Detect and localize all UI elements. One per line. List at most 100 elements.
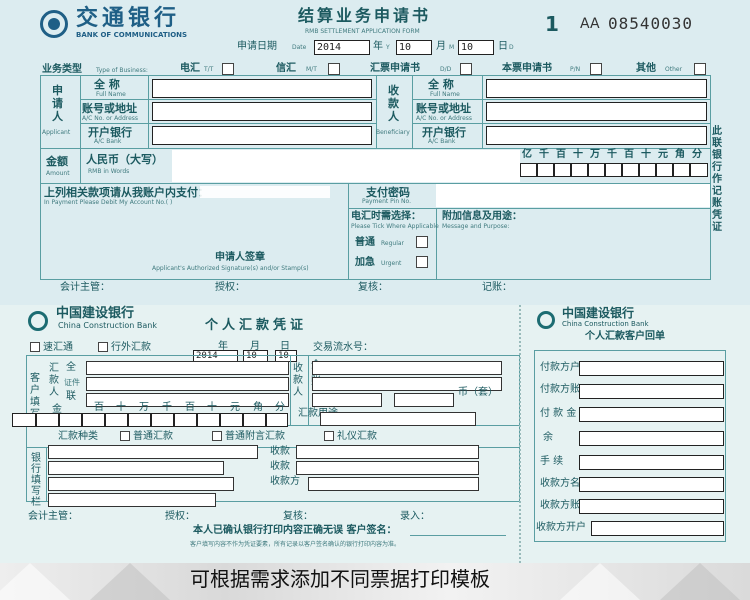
applicant-account-input[interactable] [152, 102, 372, 121]
payment-pin-label-en: Payment Pin No. [362, 198, 411, 205]
beneficiary-fullname-label-en: Full Name [430, 91, 460, 98]
receipt-amount[interactable] [579, 407, 724, 422]
beneficiary-bank-label: 开户银行 [422, 126, 466, 139]
remitter-label: 汇款人 [49, 363, 59, 398]
bank-fill-line-1[interactable] [48, 445, 258, 459]
type-other-checkbox[interactable] [694, 63, 706, 75]
digit-header: 百 [185, 402, 195, 413]
purpose-input[interactable] [320, 412, 476, 426]
payee-bank-input[interactable] [312, 393, 382, 407]
bank-fill-line-2[interactable] [48, 461, 224, 475]
type-mt-label: 信汇 [276, 63, 296, 74]
receipt-bank-name-en: China Construction Bank [562, 320, 649, 328]
receipt-payee-name[interactable] [579, 477, 724, 492]
beneficiary-label-en: Beneficiary [376, 129, 410, 136]
receipt-payer-account[interactable] [579, 384, 724, 399]
note-text: 客户填写内容不作为凭证要素，所有记录以客户签名确认的银行打印内容为准。 [190, 541, 401, 548]
applicant-bank-input[interactable] [152, 126, 372, 145]
type-mt-checkbox[interactable] [328, 63, 340, 75]
debit-account-input[interactable] [200, 186, 330, 198]
type-other-label-en: Other [665, 66, 683, 73]
day-field[interactable]: 10 [458, 40, 494, 55]
receive-input-2[interactable] [296, 461, 479, 475]
payee-branch-input[interactable] [394, 393, 454, 407]
receipt-fee[interactable] [579, 455, 724, 470]
serial-prefix: AA [580, 16, 600, 32]
applicant-account-label: 账号或地址 [82, 102, 137, 115]
receipt-payer-name[interactable] [579, 361, 724, 376]
type-dd-checkbox[interactable] [460, 63, 472, 75]
type-pn-label-en: P/N [570, 66, 581, 73]
message-remit-checkbox[interactable] [212, 431, 222, 441]
year-label: 年 [373, 41, 383, 52]
form-title-cn: 结算业务申请书 [298, 6, 432, 25]
bank-fill-line-3[interactable] [48, 477, 234, 491]
beneficiary-label: 收款人 [388, 84, 399, 123]
gift-remit-checkbox[interactable] [324, 431, 334, 441]
digit-header: 万 [139, 402, 149, 413]
customer-signature-input[interactable] [410, 535, 506, 536]
regular-checkbox[interactable] [416, 236, 428, 248]
receipt-row-label: 收款方名 [540, 478, 580, 489]
inter-bank-checkbox[interactable] [98, 342, 108, 352]
amount-label-en: Amount [46, 170, 70, 177]
urgent-checkbox[interactable] [416, 256, 428, 268]
beneficiary-bank-label-en: A/C Bank [428, 138, 456, 145]
remitter-id-input[interactable] [86, 377, 289, 391]
fast-remit-checkbox[interactable] [30, 342, 40, 352]
footer-review: 复核： [283, 511, 313, 522]
footer-authorize: 授权： [215, 282, 245, 293]
beneficiary-bank-input[interactable] [486, 126, 707, 145]
receive-row-label: 收款 [270, 461, 290, 472]
receipt-row-label: 付款方户 [540, 362, 580, 373]
digit-header: 百 [556, 149, 566, 160]
type-tt-checkbox[interactable] [222, 63, 234, 75]
type-pn-checkbox[interactable] [590, 63, 602, 75]
bocom-logo-icon [40, 10, 68, 38]
beneficiary-account-input[interactable] [486, 102, 707, 121]
remit-select-label-en: Please Tick Where Applicable [351, 223, 439, 230]
debit-instruction-en: In Payment Please Debit My Account No.( … [44, 199, 173, 206]
bocom-name-cn: 交通银行 [76, 6, 181, 31]
normal-remit-checkbox[interactable] [120, 431, 130, 441]
receipt-row-label: 收款方开户 [536, 522, 586, 533]
receipt-payee-bank[interactable] [591, 521, 724, 536]
payment-pin-input[interactable] [436, 184, 710, 207]
amount-digit-cells[interactable] [520, 163, 710, 179]
receipt-logo-icon [537, 311, 555, 329]
bocom-name-en: BANK OF COMMUNICATIONS [76, 31, 188, 39]
currency-label-en: RMB in Words [88, 168, 130, 175]
type-dd-label: 汇票申请书 [370, 63, 420, 74]
bank-fill-line-4[interactable] [48, 493, 216, 507]
receipt-row-label: 付款方账 [540, 384, 580, 395]
payee-label: 收款人 [293, 363, 303, 398]
remitter-name-input[interactable] [86, 361, 289, 375]
payee-name-input[interactable] [312, 361, 502, 375]
digit-header: 千 [162, 402, 172, 413]
remitter-contact-label: 联 [66, 391, 76, 402]
receipt-title: 个人汇款客户回单 [585, 331, 665, 342]
ccb-remittance-form: 中国建设银行 China Construction Bank 个人汇款凭证 速汇… [0, 305, 750, 567]
year-field[interactable]: 2014 [314, 40, 370, 55]
beneficiary-fullname-input[interactable] [486, 79, 707, 98]
amount-words-input[interactable] [172, 150, 520, 182]
type-tt-label: 电汇 [180, 63, 200, 74]
confirm-text: 本人已确认银行打印内容正确无误 客户签名： [193, 525, 397, 536]
receipt-balance[interactable] [579, 431, 724, 446]
signature-label-en: Applicant's Authorized Signature(s) and/… [152, 265, 309, 272]
footer-authorize: 授权： [165, 511, 195, 522]
digit-header: 千 [607, 149, 617, 160]
month-field[interactable]: 10 [396, 40, 432, 55]
receipt-payee-account[interactable] [579, 499, 724, 514]
amount-digit-cells[interactable] [12, 413, 288, 427]
message-purpose-label-en: Message and Purpose: [442, 223, 510, 230]
footer-review: 复核： [358, 282, 388, 293]
receive-input-1[interactable] [296, 445, 479, 459]
receive-input-3[interactable] [308, 477, 479, 491]
receive-row-label: 收款方 [270, 476, 300, 487]
beneficiary-account-label: 账号或地址 [416, 102, 471, 115]
applicant-fullname-input[interactable] [152, 79, 372, 98]
month-label: 月 [436, 41, 446, 52]
digit-header: 角 [675, 149, 685, 160]
inter-bank-label: 行外汇款 [111, 342, 151, 353]
